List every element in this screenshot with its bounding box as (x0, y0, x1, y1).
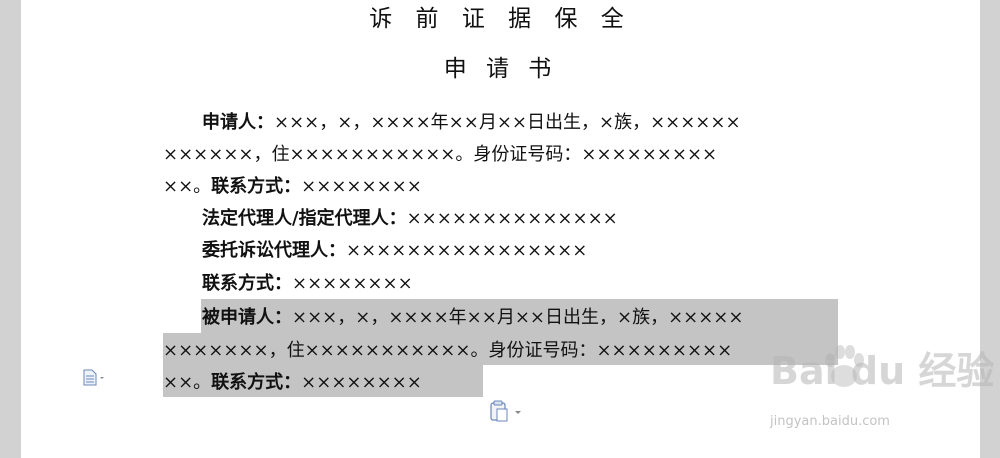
field-label: 申请人： (202, 112, 274, 133)
paragraph-line[interactable]: 申请人：×××，×，××××年××月××日出生，×族，×××××× (202, 114, 741, 138)
paste-options-icon[interactable] (488, 400, 524, 424)
field-label: 联系方式： (211, 176, 302, 197)
field-label: 联系方式： (202, 273, 292, 294)
watermark-brand: Bai du 经验 (770, 349, 995, 393)
paragraph-line[interactable]: 联系方式：×××××××× (202, 275, 413, 299)
document-title: 诉 前 证 据 保 全 (369, 6, 632, 32)
baidu-watermark: Bai du 经验 jingyan.baidu.com (758, 338, 994, 438)
field-value: ×××××××× (292, 273, 413, 294)
field-value: ×××××××，住×××××××××××。身份证号码：××××××××× (163, 340, 733, 361)
field-label: 委托诉讼代理人： (202, 240, 346, 261)
field-label: 法定代理人/指定代理人： (202, 208, 407, 229)
field-value: ×××××××××××××××× (346, 240, 588, 261)
field-value: ×××，×，××××年××月××日出生，×族，×××××× (274, 112, 741, 133)
field-label: 被申请人： (202, 307, 292, 328)
paragraph-line[interactable]: ××××××，住×××××××××××。身份证号码：××××××××× (163, 146, 717, 170)
field-value: ×××××××××××××× (406, 208, 618, 229)
field-label: 联系方式： (211, 372, 302, 393)
watermark-url: jingyan.baidu.com (770, 414, 890, 429)
field-value: ×××，×，××××年××月××日出生，×族，××××× (292, 307, 744, 328)
document-subtitle: 申 请 书 (443, 56, 558, 82)
paragraph-line[interactable]: ××。联系方式：×××××××× (163, 374, 422, 398)
paragraph-line[interactable]: ××。联系方式：×××××××× (163, 178, 422, 202)
field-value: ××。 (163, 176, 212, 197)
paragraph-line[interactable]: ×××××××，住×××××××××××。身份证号码：××××××××× (163, 342, 732, 366)
document-icon[interactable] (82, 368, 106, 388)
field-value: ××××××，住×××××××××××。身份证号码：××××××××× (163, 144, 718, 165)
paragraph-line[interactable]: 法定代理人/指定代理人：×××××××××××××× (202, 210, 618, 234)
field-value: ×××××××× (301, 176, 422, 197)
paragraph-line[interactable]: 被申请人：×××，×，××××年××月××日出生，×族，××××× (202, 309, 743, 333)
field-value: ×××××××× (301, 372, 422, 393)
paragraph-line[interactable]: 委托诉讼代理人：×××××××××××××××× (202, 242, 587, 266)
field-value: ××。 (163, 372, 212, 393)
